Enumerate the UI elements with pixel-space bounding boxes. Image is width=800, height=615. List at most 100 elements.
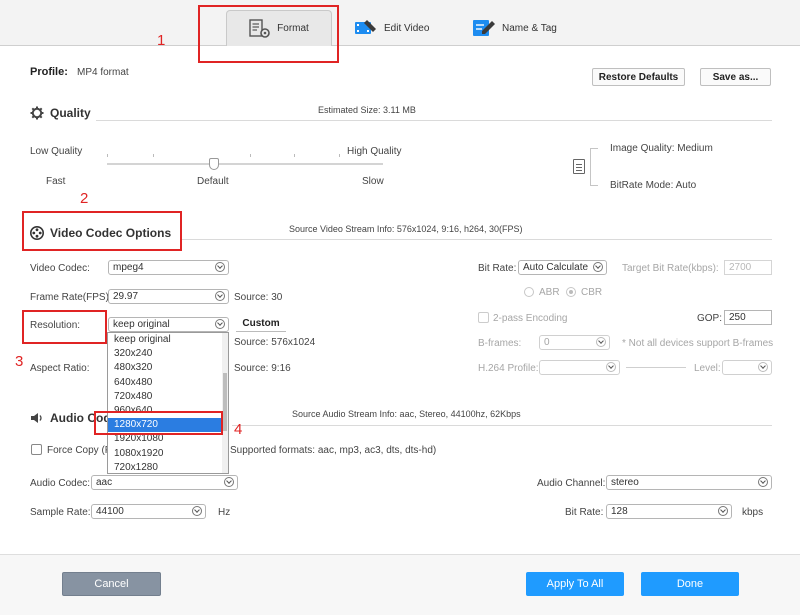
annotation-box-1280x720 — [94, 411, 223, 435]
resolution-option[interactable]: 320x240 — [108, 347, 228, 361]
video-codec-value: mpeg4 — [113, 262, 144, 273]
bframes-value: 0 — [544, 337, 550, 348]
resolution-source: Source: 576x1024 — [234, 337, 316, 348]
chevron-down-icon — [224, 477, 234, 487]
audio-bitrate-label: Bit Rate: — [565, 507, 604, 518]
hz-unit: Hz — [218, 507, 231, 518]
chevron-down-icon — [596, 337, 606, 347]
profile-value: MP4 format — [77, 67, 129, 78]
chevron-down-icon — [192, 506, 202, 516]
gop-input[interactable]: 250 — [724, 310, 772, 325]
audio-channel-select[interactable]: stereo — [606, 475, 772, 490]
video-bitrate-select[interactable]: Auto Calculate — [518, 260, 607, 275]
annotation-box-resolution — [22, 310, 107, 344]
audio-codec-value: aac — [96, 477, 113, 488]
save-as-button[interactable]: Save as... — [700, 68, 771, 86]
abr-label: ABR — [539, 287, 560, 298]
annotation-step-2: 2 — [80, 190, 89, 207]
frame-rate-source: Source: 30 — [234, 292, 283, 303]
restore-defaults-button[interactable]: Restore Defaults — [592, 68, 685, 86]
cancel-button[interactable]: Cancel — [62, 572, 161, 596]
chevron-down-icon — [718, 506, 728, 516]
bframes-label: B-frames: — [478, 338, 522, 349]
audio-channel-label: Audio Channel: — [537, 478, 606, 489]
tab-name-tag[interactable]: Name & Tag — [472, 10, 572, 46]
video-divider — [182, 239, 772, 240]
bframes-select[interactable]: 0 — [539, 335, 610, 350]
done-button[interactable]: Done — [641, 572, 739, 596]
bframes-note: * Not all devices support B-frames — [622, 338, 774, 349]
audio-codec-select[interactable]: aac — [91, 475, 238, 490]
video-edit-icon — [355, 20, 376, 34]
annotation-box-format-tab — [198, 5, 339, 63]
slider-tick — [107, 154, 108, 157]
supported-formats-text: Supported formats: aac, mp3, ac3, dts, d… — [230, 445, 437, 456]
tab-name-tag-label: Name & Tag — [502, 22, 557, 34]
low-quality-label: Low Quality — [30, 146, 83, 157]
annotation-step-1: 1 — [157, 32, 166, 49]
annotation-box-video-codec — [22, 211, 182, 251]
audio-codec-label: Audio Codec: — [30, 478, 91, 489]
bitrate-mode-text: BitRate Mode: Auto — [610, 180, 697, 191]
abr-radio[interactable] — [524, 287, 534, 297]
audio-divider — [232, 425, 772, 426]
chevron-down-icon — [215, 291, 225, 301]
dropdown-scrollbar[interactable] — [222, 333, 228, 473]
video-bitrate-value: Auto Calculate — [523, 262, 589, 273]
slow-label: Slow — [362, 176, 384, 187]
resolution-option[interactable]: 720x480 — [108, 390, 228, 404]
aspect-ratio-label: Aspect Ratio: — [30, 363, 90, 374]
slider-tick — [153, 154, 154, 157]
frame-rate-value: 29.97 — [113, 291, 139, 302]
resolution-dropdown-list[interactable]: keep original 320x240 480x320 640x480 720x48… — [107, 332, 229, 474]
source-video-info: Source Video Stream Info: 576x1024, 9:16… — [289, 224, 523, 234]
source-audio-info: Source Audio Stream Info: aac, Stereo, 4… — [292, 409, 521, 419]
resolution-option[interactable]: 640x480 — [108, 376, 228, 390]
chevron-down-icon — [593, 262, 603, 272]
cbr-label: CBR — [581, 287, 603, 298]
gop-label: GOP: — [697, 313, 723, 324]
resolution-option[interactable]: 480x320 — [108, 361, 228, 375]
resolution-select[interactable]: keep original — [108, 317, 229, 332]
level-select[interactable] — [722, 360, 772, 375]
resolution-option[interactable]: keep original — [108, 333, 228, 347]
target-bitrate-label: Target Bit Rate(kbps): — [622, 263, 719, 274]
apply-to-all-button[interactable]: Apply To All — [526, 572, 624, 596]
video-codec-select[interactable]: mpeg4 — [108, 260, 229, 275]
slider-tick — [339, 154, 340, 157]
profile-label: Profile: — [30, 66, 68, 78]
video-codec-label: Video Codec: — [30, 263, 90, 274]
sample-rate-select[interactable]: 44100 — [91, 504, 206, 519]
level-label: Level: — [694, 363, 721, 374]
bracket-divider — [590, 148, 598, 186]
dropdown-scrollbar-thumb[interactable] — [223, 373, 227, 431]
two-pass-checkbox[interactable] — [478, 312, 489, 323]
sample-rate-value: 44100 — [96, 506, 124, 517]
audio-bitrate-select[interactable]: 128 — [606, 504, 732, 519]
cbr-radio[interactable] — [566, 287, 576, 297]
quality-slider-track[interactable] — [107, 163, 383, 165]
default-label: Default — [197, 176, 229, 187]
resolution-option[interactable]: 720x1280 — [108, 461, 228, 473]
kbps-unit: kbps — [742, 507, 764, 518]
resolution-value: keep original — [113, 319, 170, 330]
force-copy-label: Force Copy (P — [47, 445, 112, 456]
quality-divider — [96, 120, 772, 121]
video-bitrate-label: Bit Rate: — [478, 263, 517, 274]
resolution-option[interactable]: 1080x1920 — [108, 447, 228, 461]
pencil-tag-icon — [473, 20, 495, 36]
quality-slider-thumb[interactable] — [209, 158, 219, 170]
frame-rate-select[interactable]: 29.97 — [108, 289, 229, 304]
target-bitrate-input[interactable]: 2700 — [724, 260, 772, 275]
document-icon — [573, 159, 585, 174]
h264-profile-select[interactable] — [539, 360, 620, 375]
force-copy-checkbox[interactable] — [31, 444, 42, 455]
audio-bitrate-value: 128 — [611, 506, 628, 517]
tab-edit-video-label: Edit Video — [384, 22, 430, 34]
custom-resolution-button[interactable]: Custom — [236, 318, 286, 332]
audio-channel-value: stereo — [611, 477, 639, 488]
chevron-down-icon — [215, 262, 225, 272]
tab-edit-video[interactable]: Edit Video — [354, 10, 444, 46]
annotation-step-3: 3 — [15, 353, 24, 370]
high-quality-label: High Quality — [347, 146, 402, 157]
